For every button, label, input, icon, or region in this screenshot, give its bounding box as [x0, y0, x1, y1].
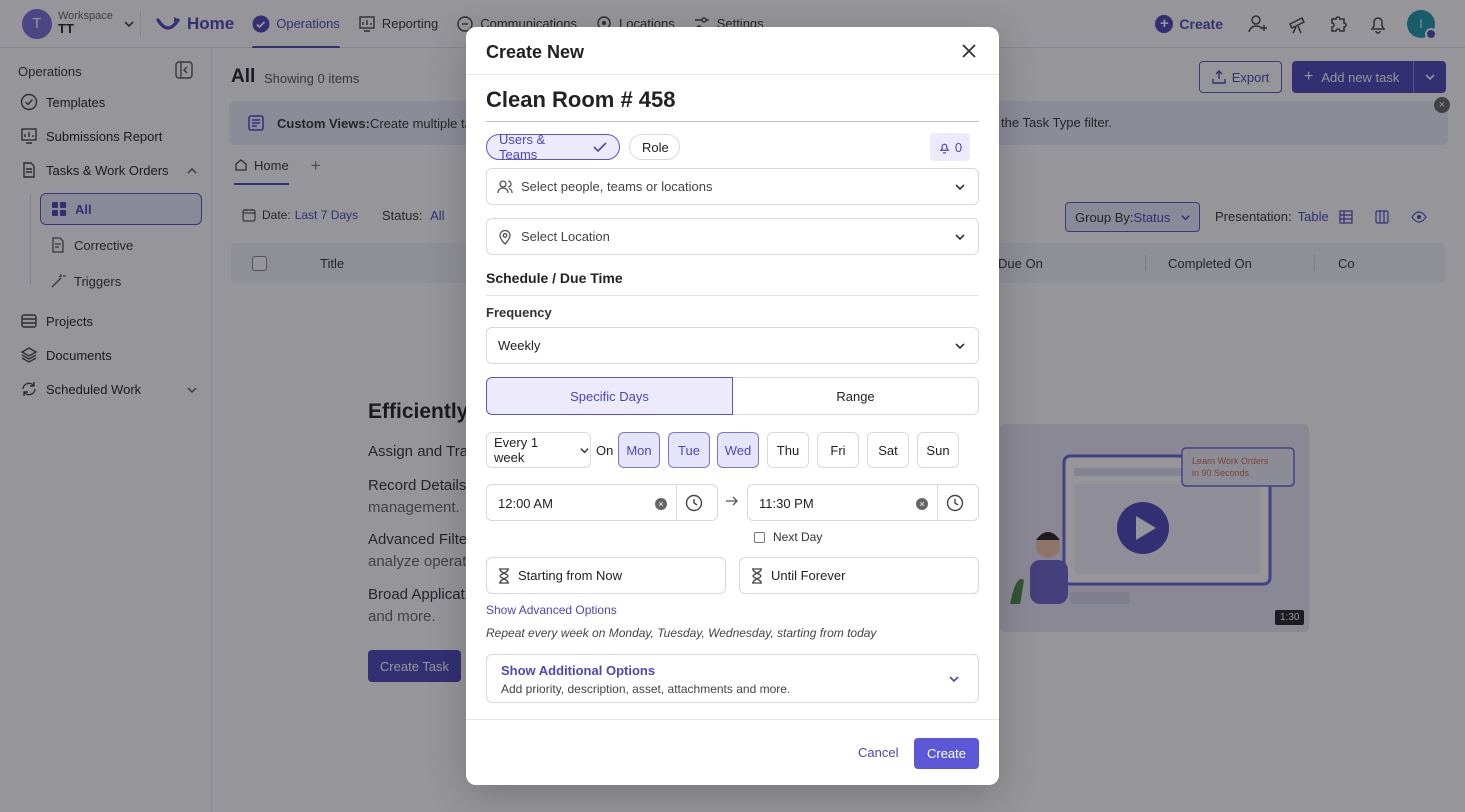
interval-select[interactable]: Every 1 week — [486, 432, 591, 468]
schedule-summary: Repeat every week on Monday, Tuesday, We… — [486, 626, 877, 640]
interval-value: Every 1 week — [494, 435, 539, 465]
schedule-mode-toggle: Specific Days Range — [486, 377, 979, 415]
additional-options-subtitle: Add priority, description, asset, attach… — [501, 682, 791, 696]
bell-icon — [938, 141, 951, 154]
start-date-value: Starting from Now — [518, 568, 623, 583]
end-time-input[interactable]: 11:30 PM × — [747, 484, 979, 521]
task-name-input[interactable]: Clean Room # 458 — [486, 85, 979, 122]
hourglass-icon — [498, 567, 510, 584]
show-advanced-options-link[interactable]: Show Advanced Options — [486, 603, 617, 617]
chevron-down-icon — [954, 181, 966, 193]
chevron-down-icon — [579, 445, 590, 456]
arrow-right-icon — [725, 494, 739, 508]
chevron-down-icon — [954, 231, 966, 243]
clear-icon[interactable]: × — [655, 498, 667, 510]
end-time-value: 11:30 PM — [759, 496, 814, 511]
checkbox-box — [754, 531, 765, 543]
frequency-select[interactable]: Weekly — [486, 327, 979, 364]
next-day-checkbox[interactable]: Next Day — [754, 530, 822, 544]
day-sun[interactable]: Sun — [917, 432, 959, 468]
day-sat[interactable]: Sat — [867, 432, 909, 468]
additional-options-toggle[interactable]: Show Additional Options Add priority, de… — [486, 654, 979, 703]
clock-icon[interactable] — [946, 494, 964, 512]
users-icon — [497, 179, 513, 195]
day-fri[interactable]: Fri — [817, 432, 859, 468]
notification-button[interactable]: 0 — [930, 133, 970, 161]
modal-title: Create New — [486, 42, 585, 62]
create-new-modal: Create New Clean Room # 458 Users & Team… — [466, 27, 999, 785]
check-icon — [593, 141, 607, 153]
divider — [486, 295, 979, 296]
day-tue[interactable]: Tue — [668, 432, 710, 468]
location-select[interactable]: Select Location — [486, 218, 979, 255]
modal-footer-divider — [466, 719, 999, 720]
modal-header: Create New — [466, 27, 999, 75]
day-wed[interactable]: Wed — [717, 432, 759, 468]
on-label: On — [596, 443, 614, 458]
next-day-label: Next Day — [773, 530, 823, 544]
additional-options-title: Show Additional Options — [501, 663, 656, 678]
schedule-section-title: Schedule / Due Time — [486, 270, 623, 286]
pill-label: Users & Teams — [499, 132, 546, 162]
divider — [676, 485, 677, 520]
end-date-value: Until Forever — [771, 568, 846, 583]
clock-icon[interactable] — [685, 494, 703, 512]
chevron-down-icon — [954, 340, 966, 352]
mode-range[interactable]: Range — [733, 377, 979, 415]
location-pin-icon — [497, 229, 513, 245]
hourglass-icon — [751, 567, 763, 584]
start-time-value: 12:00 AM — [498, 496, 553, 511]
frequency-label: Frequency — [486, 305, 552, 320]
cancel-button[interactable]: Cancel — [858, 745, 898, 760]
mode-specific-days[interactable]: Specific Days — [486, 377, 733, 415]
location-placeholder: Select Location — [521, 229, 610, 244]
chevron-down-icon — [948, 673, 960, 685]
frequency-value: Weekly — [498, 338, 541, 353]
pill-label: Role — [642, 139, 669, 155]
assignee-placeholder: Select people, teams or locations — [521, 179, 713, 194]
clear-icon[interactable]: × — [916, 498, 928, 510]
create-submit-button[interactable]: Create — [914, 738, 979, 769]
start-date-input[interactable]: Starting from Now — [486, 557, 726, 594]
assignee-select[interactable]: Select people, teams or locations — [486, 168, 979, 205]
start-time-input[interactable]: 12:00 AM × — [486, 484, 718, 521]
day-mon[interactable]: Mon — [618, 432, 660, 468]
day-thu[interactable]: Thu — [767, 432, 809, 468]
notify-count: 0 — [954, 139, 963, 155]
assign-users-teams-toggle[interactable]: Users & Teams — [486, 132, 620, 162]
end-date-input[interactable]: Until Forever — [739, 557, 979, 594]
divider — [937, 485, 938, 520]
close-icon[interactable] — [961, 43, 977, 59]
assign-role-toggle[interactable]: Role — [629, 134, 680, 160]
